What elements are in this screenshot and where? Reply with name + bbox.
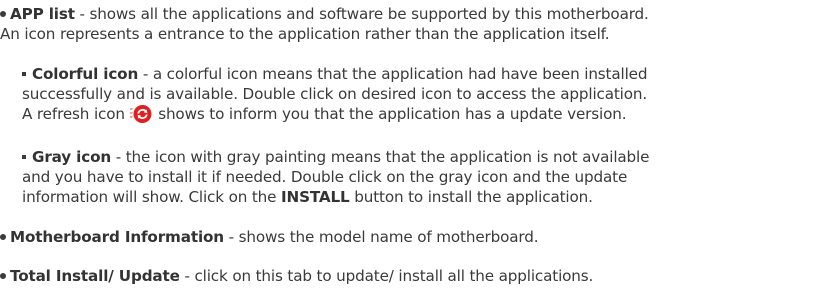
gray-icon-paragraph: Gray icon - the icon with gray painting … <box>22 147 822 207</box>
gray-icon-line-3: information will show. Click on the INST… <box>22 187 822 207</box>
app-list-paragraph: APP list - shows all the applications an… <box>0 4 822 44</box>
colorful-icon-description: - a colorful icon means that the applica… <box>138 65 648 83</box>
colorful-icon-heading: Colorful icon <box>32 65 139 83</box>
total-install-description: - click on this tab to update/ install a… <box>179 267 594 285</box>
total-install-paragraph: Total Install/ Update - click on this ta… <box>0 266 822 286</box>
bullet-icon <box>0 11 6 17</box>
total-install-line: Total Install/ Update - click on this ta… <box>0 266 822 286</box>
refresh-icon <box>129 104 152 124</box>
app-list-line-1: APP list - shows all the applications an… <box>0 4 822 24</box>
bullet-icon <box>0 234 6 240</box>
motherboard-info-description: - shows the model name of motherboard. <box>223 228 539 246</box>
gray-icon-text-after: button to install the application. <box>349 188 593 206</box>
refresh-text-before: A refresh icon <box>22 105 130 123</box>
manual-page: APP list - shows all the applications an… <box>0 0 823 295</box>
app-list-heading: APP list <box>10 5 75 23</box>
app-list-description: - shows all the applications and softwar… <box>74 5 649 23</box>
colorful-icon-paragraph: Colorful icon - a colorful icon means th… <box>22 64 822 124</box>
gray-icon-line-2: and you have to install it if needed. Do… <box>22 168 628 186</box>
colorful-icon-line-1: Colorful icon - a colorful icon means th… <box>22 64 822 84</box>
colorful-icon-line-2: successfully and is available. Double cl… <box>22 85 648 103</box>
app-list-line-2: An icon represents a entrance to the app… <box>0 25 610 43</box>
refresh-text-after: shows to inform you that the application… <box>153 105 627 123</box>
total-install-heading: Total Install/ Update <box>10 267 180 285</box>
gray-icon-line-1: Gray icon - the icon with gray painting … <box>22 147 822 167</box>
gray-icon-heading: Gray icon <box>32 148 112 166</box>
gray-icon-text-before: information will show. Click on the <box>22 188 282 206</box>
motherboard-info-line: Motherboard Information - shows the mode… <box>0 227 822 247</box>
motherboard-info-paragraph: Motherboard Information - shows the mode… <box>0 227 822 247</box>
gray-icon-description: - the icon with gray painting means that… <box>111 148 650 166</box>
motherboard-info-heading: Motherboard Information <box>10 228 224 246</box>
square-bullet-icon <box>22 155 26 159</box>
bullet-icon <box>0 273 6 279</box>
square-bullet-icon <box>22 72 26 76</box>
install-keyword: INSTALL <box>281 188 350 206</box>
colorful-icon-line-3: A refresh icon shows to inform you that … <box>22 104 822 124</box>
